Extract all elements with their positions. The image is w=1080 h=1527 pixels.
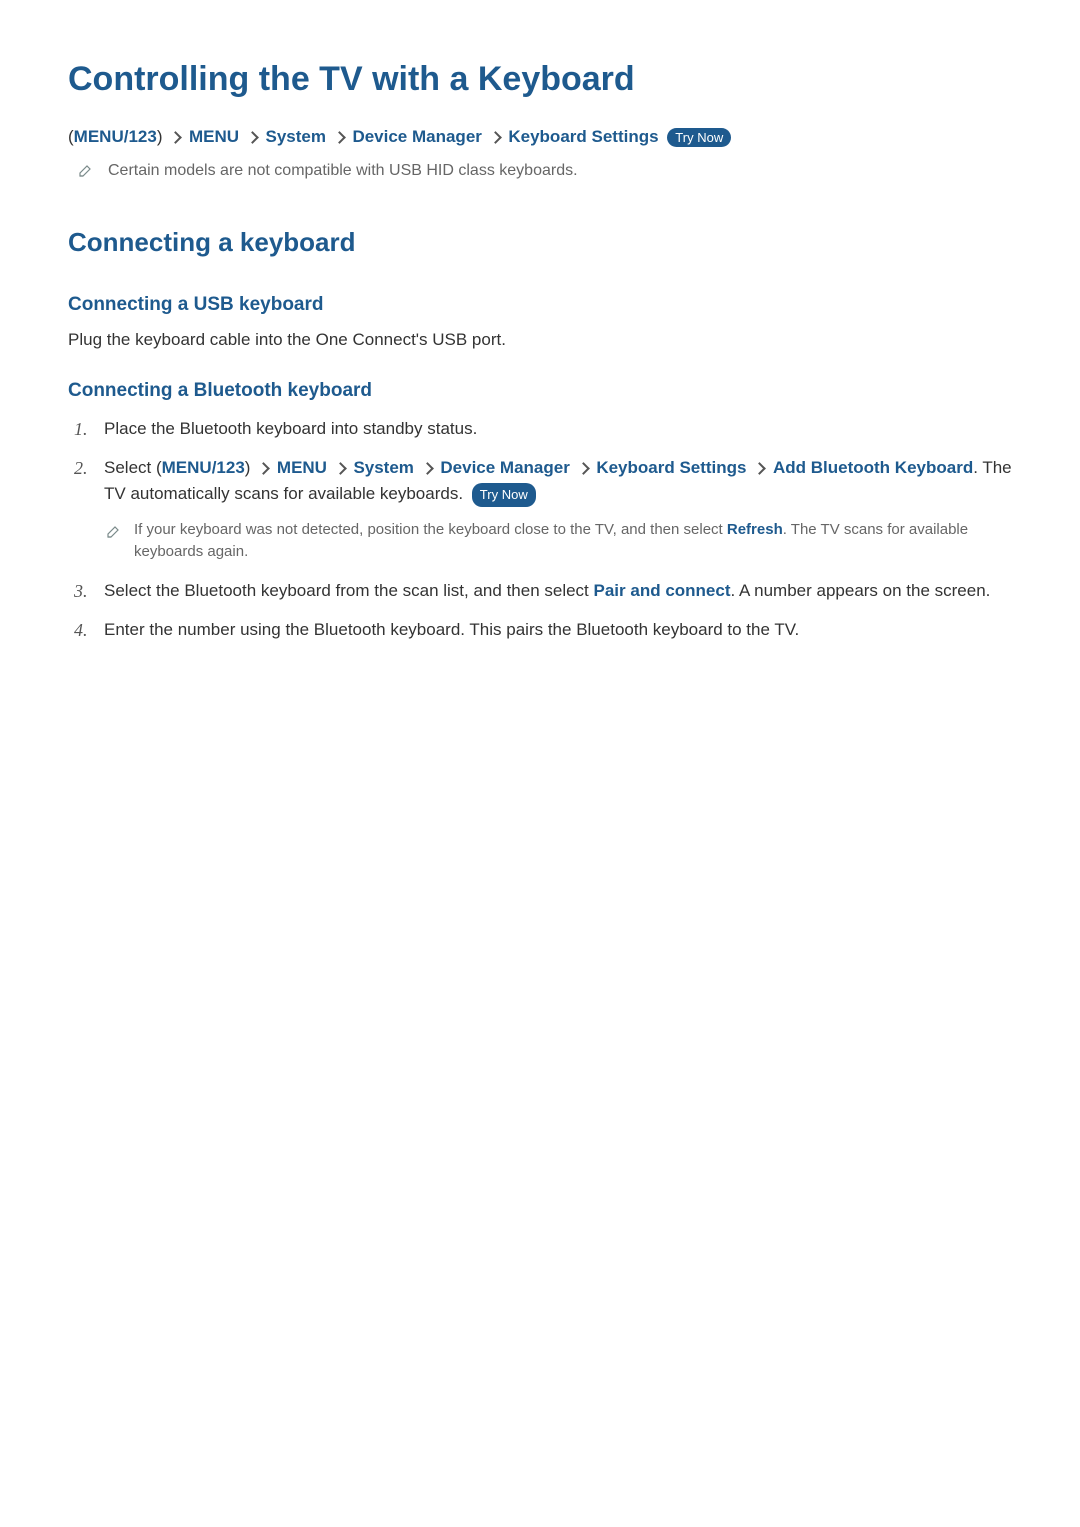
step-text: Select the Bluetooth keyboard from the s… [104,581,594,600]
bluetooth-steps: Place the Bluetooth keyboard into standb… [68,416,1012,643]
step-3: Select the Bluetooth keyboard from the s… [68,578,1012,604]
chevron-right-icon [259,455,268,481]
section-heading: Connecting a keyboard [68,227,1012,258]
page-title: Controlling the TV with a Keyboard [68,60,1012,99]
step-4: Enter the number using the Bluetooth key… [68,617,1012,643]
step-text: Enter the number using the Bluetooth key… [104,620,799,639]
pair-connect-link: Pair and connect [594,581,731,600]
step-text: Place the Bluetooth keyboard into standb… [104,419,477,438]
sub-note-text: If your keyboard was not detected, posit… [134,519,1012,564]
pencil-icon [106,521,120,547]
chevron-right-icon [579,455,588,481]
refresh-link: Refresh [727,521,783,538]
pencil-icon [78,164,92,183]
sub-note: If your keyboard was not detected, posit… [106,519,1012,564]
breadcrumb-item: System [265,127,325,146]
step-2: Select (MENU/123) MENU System Device Man… [68,455,1012,564]
chevron-right-icon [335,127,344,147]
chevron-right-icon [248,127,257,147]
step-1: Place the Bluetooth keyboard into standb… [68,416,1012,442]
usb-text: Plug the keyboard cable into the One Con… [68,330,1012,350]
subsection-heading-usb: Connecting a USB keyboard [68,294,1012,316]
breadcrumb: (MENU/123) MENU System Device Manager Ke… [68,127,1012,148]
breadcrumb-item: Device Manager [440,458,569,477]
breadcrumb-item: MENU [189,127,239,146]
breadcrumb-menu123: MENU/123 [74,127,157,146]
try-now-badge[interactable]: Try Now [472,483,536,507]
step-text-prefix: Select ( [104,458,162,477]
subsection-heading-bluetooth: Connecting a Bluetooth keyboard [68,380,1012,402]
chevron-right-icon [423,455,432,481]
chevron-right-icon [171,127,180,147]
chevron-right-icon [755,455,764,481]
try-now-badge[interactable]: Try Now [667,128,731,147]
breadcrumb-item: Add Bluetooth Keyboard [773,458,973,477]
breadcrumb-item: Keyboard Settings [508,127,658,146]
breadcrumb-item: MENU [277,458,327,477]
breadcrumb-item: Device Manager [352,127,481,146]
chevron-right-icon [491,127,500,147]
breadcrumb-menu123: MENU/123 [162,458,245,477]
breadcrumb-item: System [353,458,413,477]
note: Certain models are not compatible with U… [78,162,1012,183]
step-text: . A number appears on the screen. [731,581,991,600]
note-text: Certain models are not compatible with U… [108,162,578,180]
chevron-right-icon [336,455,345,481]
breadcrumb-item: Keyboard Settings [596,458,746,477]
